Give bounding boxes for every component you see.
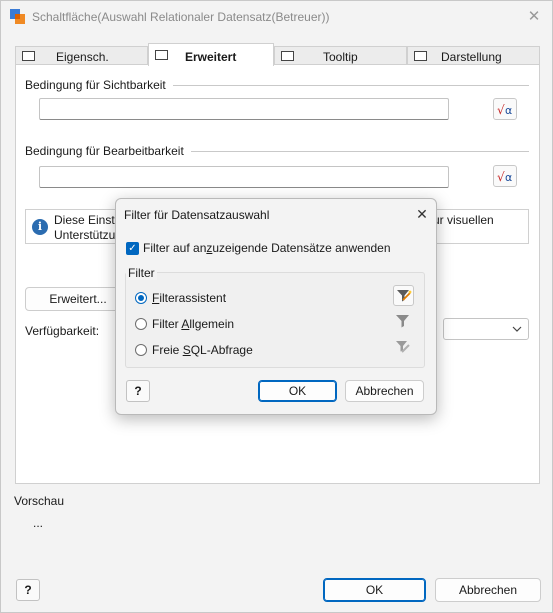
formula-icon: √ α <box>497 170 512 184</box>
tab-page-icon <box>22 51 35 61</box>
window-close-button[interactable]: ✕ <box>522 7 546 27</box>
filter-icon <box>393 311 414 332</box>
tab-page-icon <box>414 51 427 61</box>
tab-label: Erweitert <box>185 50 237 64</box>
tab-label: Darstellung <box>441 50 502 64</box>
editability-formula-button[interactable]: √ α <box>493 165 517 187</box>
tab-eigenschaften[interactable]: Eigensch. <box>15 46 148 65</box>
info-line-1: Diese Einste <box>54 213 122 227</box>
dialog-title: Filter für Datensatzauswahl <box>124 208 270 222</box>
filter-group-label: Filter <box>126 266 157 280</box>
editability-label: Bedingung für Bearbeitbarkeit <box>25 144 184 158</box>
tab-label: Tooltip <box>323 50 358 64</box>
cancel-button[interactable]: Abbrechen <box>435 578 541 602</box>
editability-condition-input[interactable] <box>39 166 449 188</box>
dialog-help-button[interactable]: ? <box>126 380 150 402</box>
help-icon: ? <box>134 384 142 398</box>
formula-icon: √ α <box>497 103 512 117</box>
info-text: Diese Einste Unterstützur <box>54 213 121 243</box>
preview-value: ... <box>33 516 44 530</box>
svg-text:√: √ <box>497 103 505 117</box>
title-bar: Schaltfläche(Auswahl Relationaler Datens… <box>1 1 552 33</box>
info-line-2: Unterstützur <box>54 228 120 242</box>
svg-text:√: √ <box>497 170 505 184</box>
option-filter-allgemein-label[interactable]: Filter Allgemein <box>152 317 234 331</box>
window-title: Schaltfläche(Auswahl Relationaler Datens… <box>32 10 330 24</box>
tab-darstellung[interactable]: Darstellung <box>407 46 540 65</box>
filter-edit-icon <box>393 337 414 358</box>
divider <box>173 85 529 86</box>
filter-dialog: Filter für Datensatzauswahl ✕ ✓ Filter a… <box>115 198 437 415</box>
radio-filterassistent[interactable] <box>135 292 147 304</box>
visibility-condition-input[interactable] <box>39 98 449 120</box>
preview-label: Vorschau <box>14 494 65 508</box>
dialog-ok-button[interactable]: OK <box>258 380 337 402</box>
help-icon: ? <box>24 583 32 597</box>
radio-freie-sql-abfrage[interactable] <box>135 344 147 356</box>
visibility-label: Bedingung für Sichtbarkeit <box>25 78 166 92</box>
tab-page-icon <box>155 50 168 60</box>
tab-bar: Eigensch. Erweitert Tooltip Darstellung <box>15 43 540 66</box>
radio-filter-allgemein[interactable] <box>135 318 147 330</box>
tab-erweitert[interactable]: Erweitert <box>148 43 274 66</box>
apply-filter-checkbox[interactable]: ✓ <box>126 242 139 255</box>
availability-label: Verfügbarkeit: <box>25 324 100 338</box>
tab-tooltip[interactable]: Tooltip <box>274 46 407 65</box>
app-icon <box>10 9 25 24</box>
tab-label: Eigensch. <box>56 50 109 64</box>
dialog-close-button[interactable]: ✕ <box>412 204 432 224</box>
option-freie-sql-label[interactable]: Freie SQL-Abfrage <box>152 343 253 357</box>
tab-page-icon <box>281 51 294 61</box>
chevron-down-icon <box>512 322 522 339</box>
apply-filter-label[interactable]: Filter auf anzuzeigende Datensätze anwen… <box>143 241 391 255</box>
divider <box>191 151 529 152</box>
ok-button[interactable]: OK <box>323 578 426 602</box>
availability-select[interactable] <box>443 318 529 340</box>
filter-wizard-icon[interactable] <box>393 285 414 306</box>
help-button[interactable]: ? <box>16 579 40 601</box>
visibility-formula-button[interactable]: √ α <box>493 98 517 120</box>
info-icon: i <box>32 219 48 235</box>
svg-text:α: α <box>505 171 512 184</box>
svg-text:α: α <box>505 104 512 117</box>
dialog-cancel-button[interactable]: Abbrechen <box>345 380 424 402</box>
option-filterassistent-label[interactable]: Filterassistent <box>152 291 226 305</box>
